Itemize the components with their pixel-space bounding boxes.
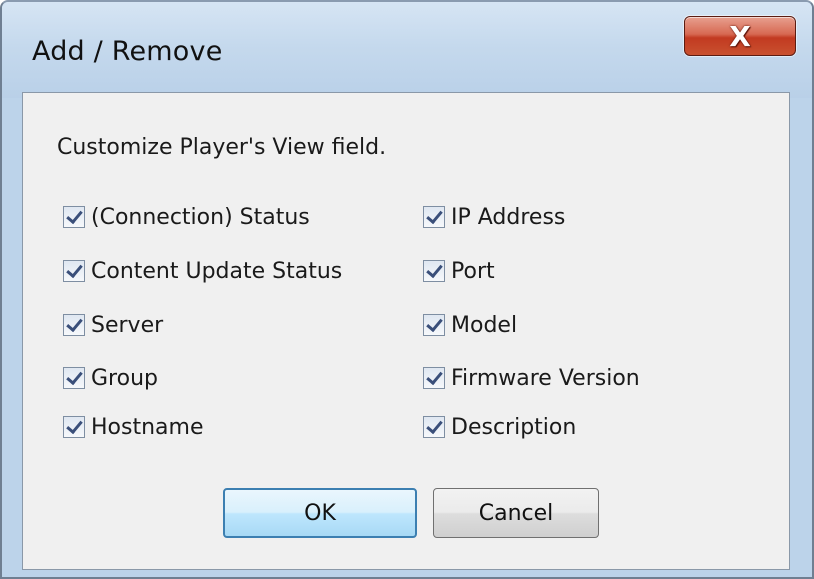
instruction-text: Customize Player's View field. (57, 135, 387, 160)
checkbox-checked-icon[interactable] (63, 260, 85, 282)
checkbox-description[interactable]: Description (423, 411, 576, 443)
checkbox-label: (Connection) Status (91, 204, 310, 230)
checkbox-group[interactable]: Group (63, 362, 158, 394)
checkbox-connection-status[interactable]: (Connection) Status (63, 201, 310, 233)
checkbox-label: IP Address (451, 204, 566, 230)
checkbox-port[interactable]: Port (423, 255, 495, 287)
cancel-button[interactable]: Cancel (433, 488, 599, 538)
checkbox-hostname[interactable]: Hostname (63, 411, 203, 443)
checkbox-label: Hostname (91, 414, 204, 440)
checkbox-label: Firmware Version (451, 365, 640, 391)
checkbox-model[interactable]: Model (423, 309, 517, 341)
checkbox-label: Group (91, 365, 158, 391)
checkbox-ip-address[interactable]: IP Address (423, 201, 565, 233)
dialog-content: Customize Player's View field. (Connecti… (22, 92, 790, 570)
checkbox-checked-icon[interactable] (423, 260, 445, 282)
checkbox-server[interactable]: Server (63, 309, 163, 341)
checkbox-checked-icon[interactable] (63, 314, 85, 336)
checkbox-label: Content Update Status (91, 258, 343, 284)
checkbox-checked-icon[interactable] (63, 367, 85, 389)
checkbox-label: Port (451, 258, 495, 284)
close-icon: X (729, 20, 751, 53)
checkbox-label: Description (451, 414, 577, 440)
checkbox-checked-icon[interactable] (423, 206, 445, 228)
dialog-window: Add / Remove X Customize Player's View f… (0, 0, 814, 579)
checkbox-content-update-status[interactable]: Content Update Status (63, 255, 342, 287)
checkbox-checked-icon[interactable] (423, 416, 445, 438)
checkbox-label: Model (451, 312, 518, 338)
checkbox-firmware-version[interactable]: Firmware Version (423, 362, 640, 394)
title-bar[interactable]: Add / Remove X (2, 2, 812, 98)
checkbox-checked-icon[interactable] (63, 416, 85, 438)
close-button[interactable]: X (684, 16, 796, 56)
checkbox-label: Server (91, 312, 164, 338)
window-title: Add / Remove (32, 36, 223, 67)
checkbox-checked-icon[interactable] (423, 367, 445, 389)
ok-button[interactable]: OK (223, 488, 417, 538)
checkbox-checked-icon[interactable] (63, 206, 85, 228)
checkbox-checked-icon[interactable] (423, 314, 445, 336)
